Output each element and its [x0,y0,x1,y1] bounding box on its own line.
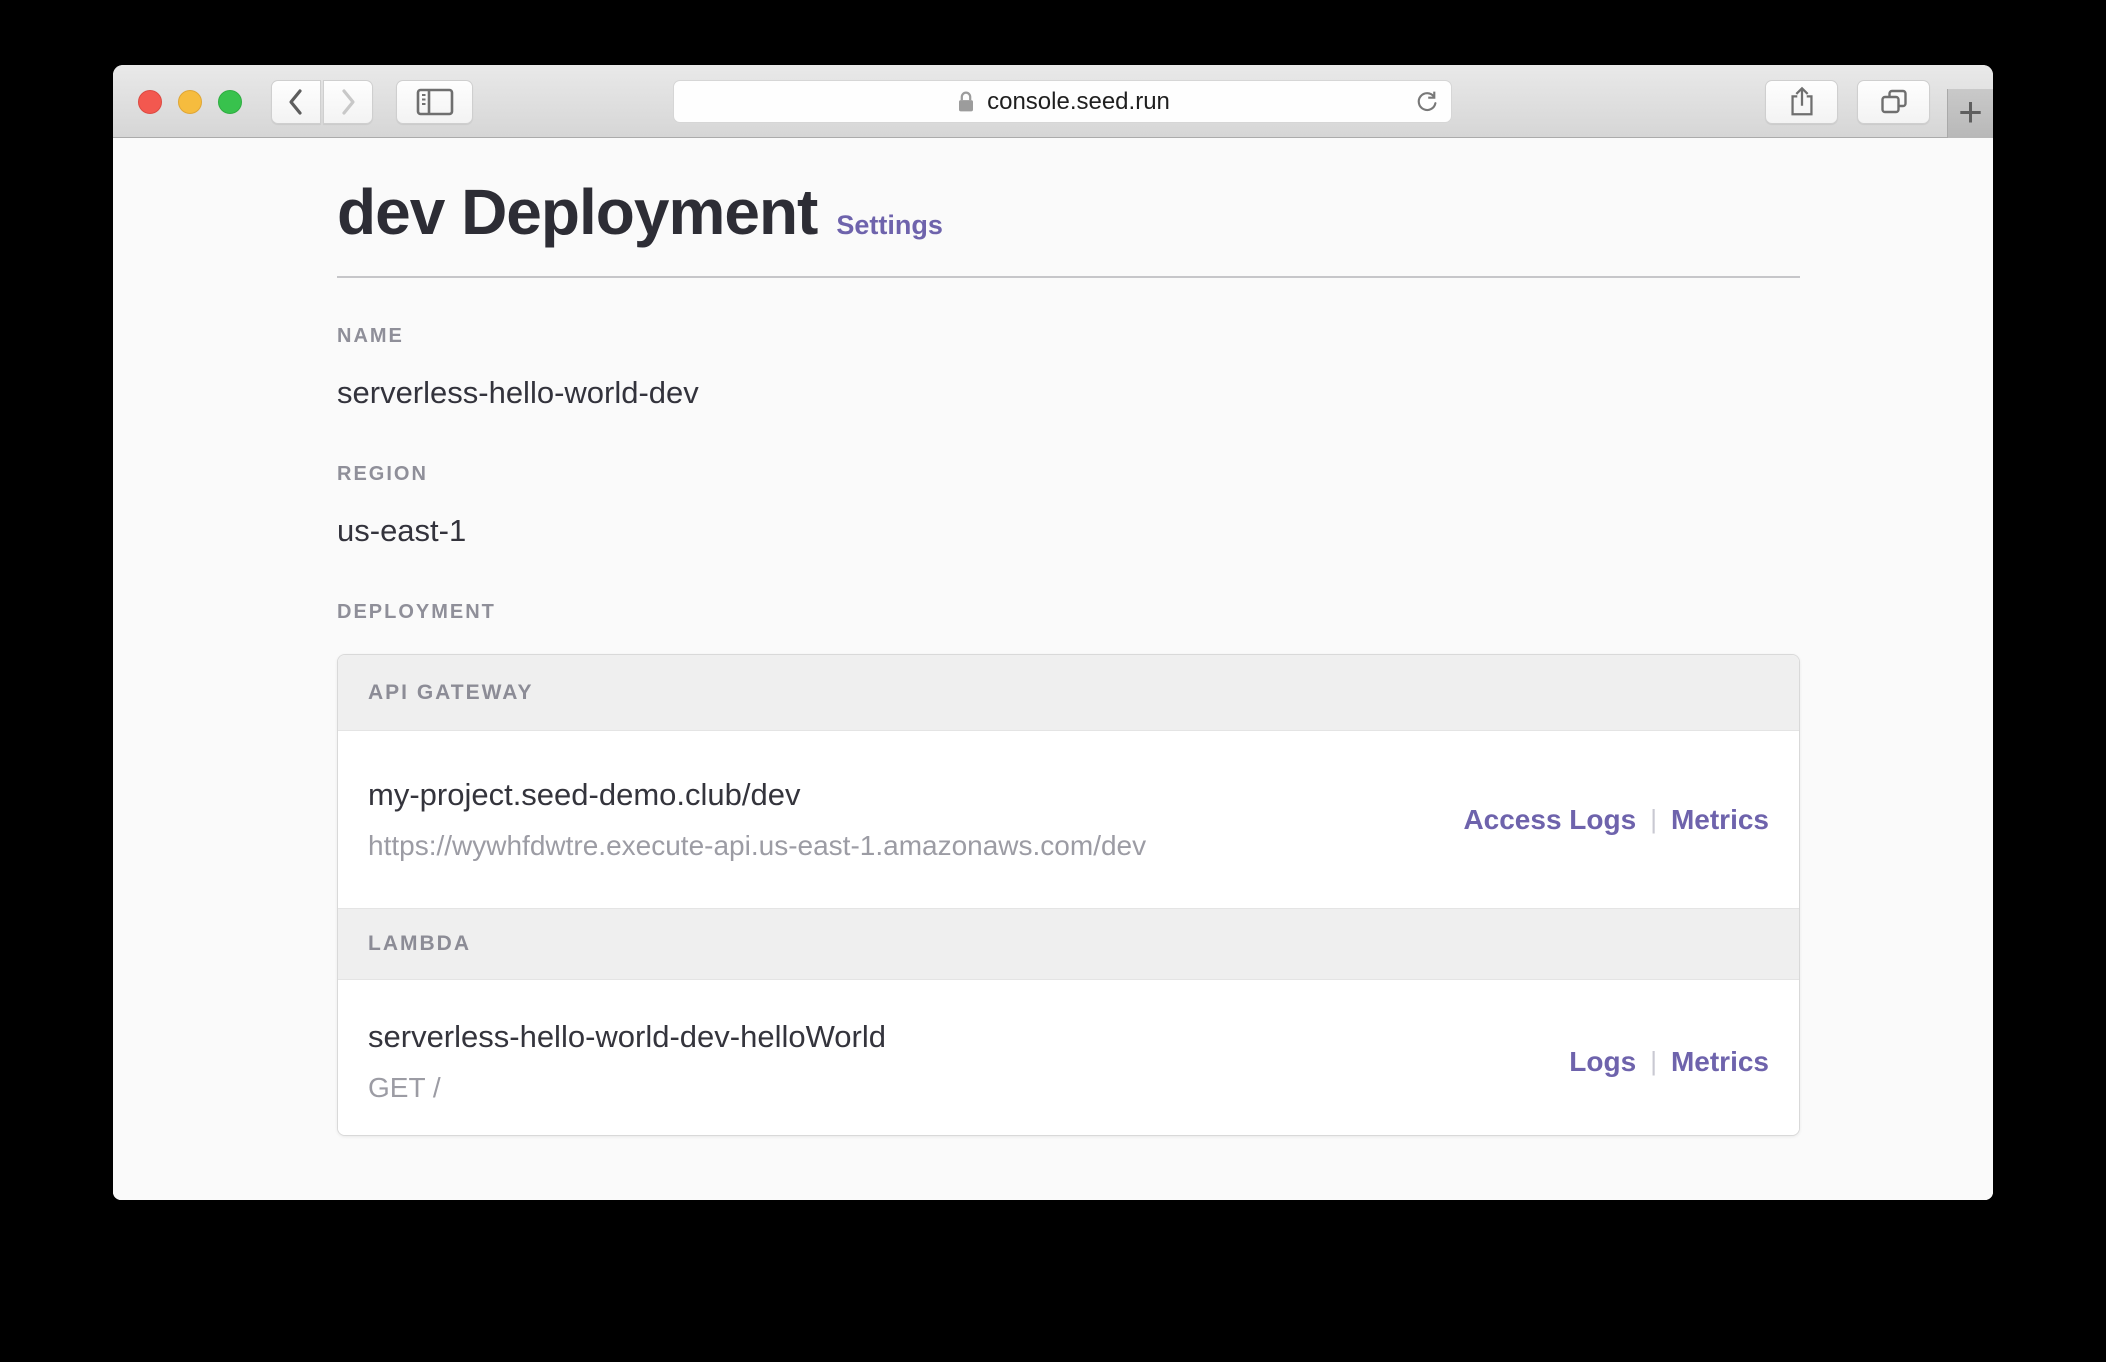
page-title: dev Deployment [337,176,818,248]
forward-button[interactable] [323,80,373,124]
link-separator: | [1650,1046,1657,1076]
api-gateway-info: my-project.seed-demo.club/dev https://wy… [368,776,1146,863]
address-bar[interactable]: console.seed.run [673,80,1452,123]
lambda-metrics-link[interactable]: Metrics [1671,1046,1769,1078]
link-separator: | [1650,804,1657,834]
chevron-right-icon [336,86,360,118]
safari-window: console.seed.run + dev Deployment Settin… [113,65,1993,1200]
api-metrics-link[interactable]: Metrics [1671,804,1769,836]
share-button[interactable] [1765,80,1838,124]
lambda-links: Logs | Metrics [1569,1046,1769,1078]
api-endpoint-title: my-project.seed-demo.club/dev [368,777,801,812]
field-name: NAME serverless-hello-world-dev [337,325,1800,411]
sidebar-icon [415,86,455,118]
region-label: REGION [337,463,428,485]
fullscreen-window-button[interactable] [218,90,242,114]
lambda-function-name: serverless-hello-world-dev-helloWorld [368,1019,886,1054]
section-header-lambda: LAMBDA [338,908,1799,980]
refresh-button[interactable] [1413,89,1441,117]
close-window-button[interactable] [138,90,162,114]
tab-overview-button[interactable] [1857,80,1930,124]
minimize-window-button[interactable] [178,90,202,114]
window-controls [138,90,242,114]
lambda-logs-link[interactable]: Logs [1569,1046,1636,1078]
lock-icon [955,88,977,116]
back-button[interactable] [271,80,321,124]
new-tab-button[interactable]: + [1947,89,1993,138]
section-header-api-gateway: API GATEWAY [338,655,1799,731]
chevron-left-icon [284,86,308,118]
api-gateway-links: Access Logs | Metrics [1463,804,1769,836]
share-icon [1786,85,1818,119]
section-header-text: LAMBDA [368,932,471,955]
url-text: console.seed.run [987,87,1170,115]
title-divider [337,276,1800,278]
lambda-info: serverless-hello-world-dev-helloWorld GE… [368,1018,886,1105]
region-value: us-east-1 [337,513,467,548]
sidebar-toggle-button[interactable] [396,80,473,124]
section-header-text: API GATEWAY [368,680,534,704]
browser-toolbar: console.seed.run + [113,65,1993,138]
api-endpoint-url: https://wywhfdwtre.execute-api.us-east-1… [368,830,1147,861]
desktop-background: console.seed.run + dev Deployment Settin… [0,0,2106,1362]
tabs-icon [1878,87,1910,117]
title-row: dev Deployment Settings [337,175,1800,249]
lambda-row: serverless-hello-world-dev-helloWorld GE… [338,980,1799,1135]
content-container: dev Deployment Settings NAME serverless-… [337,175,1800,1136]
lambda-route: GET / [368,1072,441,1103]
access-logs-link[interactable]: Access Logs [1463,804,1636,836]
settings-link[interactable]: Settings [836,210,943,241]
name-label: NAME [337,325,404,347]
field-region: REGION us-east-1 [337,463,1800,549]
deployment-panel: API GATEWAY my-project.seed-demo.club/de… [337,654,1800,1136]
deployment-label: DEPLOYMENT [337,601,496,623]
name-value: serverless-hello-world-dev [337,375,699,410]
api-gateway-row: my-project.seed-demo.club/dev https://wy… [338,731,1799,908]
plus-icon: + [1958,87,1983,135]
page-content: dev Deployment Settings NAME serverless-… [113,139,1993,1200]
